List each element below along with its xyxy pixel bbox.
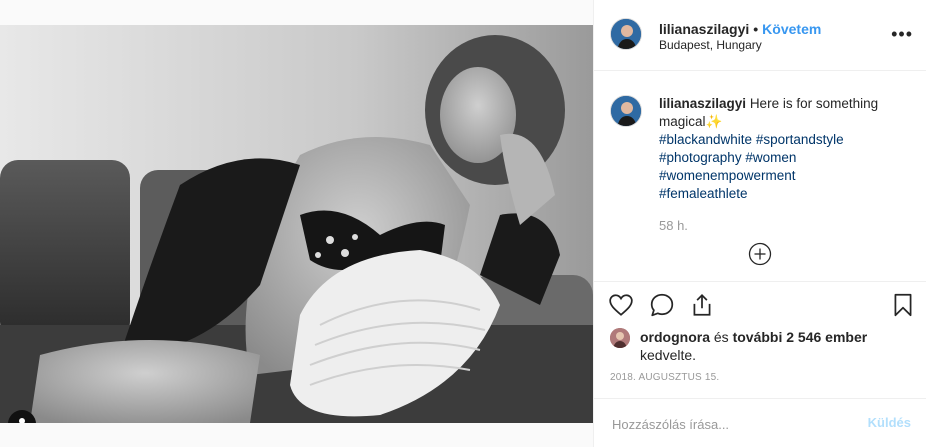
hashtag-list: #blackandwhite #sportandstyle #photograp… — [659, 131, 844, 203]
person-icon — [19, 418, 25, 423]
heart-icon[interactable] — [608, 292, 634, 318]
caption: lilianaszilagyi Here is for something ma… — [659, 95, 904, 131]
bookmark-icon[interactable] — [890, 292, 916, 318]
caption-time-ago: 58 h. — [659, 218, 688, 233]
avatar-image — [610, 328, 630, 348]
post-image[interactable] — [0, 25, 593, 423]
more-options-button[interactable]: ••• — [891, 25, 913, 43]
actions-divider — [594, 281, 926, 282]
post-comment-button[interactable]: Küldés — [868, 415, 911, 430]
likes-connector: és — [710, 329, 733, 345]
hashtag-line[interactable]: #photography #women — [659, 149, 844, 167]
hashtag-line[interactable]: #blackandwhite #sportandstyle — [659, 131, 844, 149]
hashtag-line[interactable]: #womenempowerment — [659, 167, 844, 185]
caption-avatar[interactable] — [610, 95, 642, 127]
location-link[interactable]: Budapest, Hungary — [659, 38, 762, 52]
post-header: lilianaszilagyi • Követem Budapest, Hungar… — [594, 0, 926, 71]
separator-dot: • — [753, 21, 759, 37]
sparkles-emoji: ✨ — [705, 114, 723, 129]
comment-icon[interactable] — [649, 292, 675, 318]
liker-username[interactable]: ordognora — [640, 329, 710, 345]
load-more-comments-icon[interactable] — [748, 242, 772, 266]
other-likers-link[interactable]: további 2 546 ember — [733, 329, 868, 345]
comment-input[interactable] — [610, 413, 844, 435]
author-avatar[interactable] — [610, 18, 642, 50]
likes-suffix: kedvelte. — [640, 347, 697, 363]
comment-form: Küldés — [594, 398, 926, 447]
post-date[interactable]: 2018. AUGUSZTUS 15. — [610, 372, 719, 383]
author-username[interactable]: lilianaszilagyi — [659, 21, 749, 37]
caption-username[interactable]: lilianaszilagyi — [659, 96, 746, 111]
avatar-image — [611, 19, 641, 49]
post-sidebar: lilianaszilagyi • Követem Budapest, Hungar… — [593, 0, 926, 447]
post-photo-illustration — [0, 25, 593, 423]
avatar-image — [611, 96, 641, 126]
share-icon[interactable] — [689, 292, 715, 318]
liker-avatar[interactable] — [610, 328, 630, 348]
follow-button[interactable]: Követem — [762, 21, 821, 37]
hashtag-line[interactable]: #femaleathlete — [659, 185, 844, 203]
